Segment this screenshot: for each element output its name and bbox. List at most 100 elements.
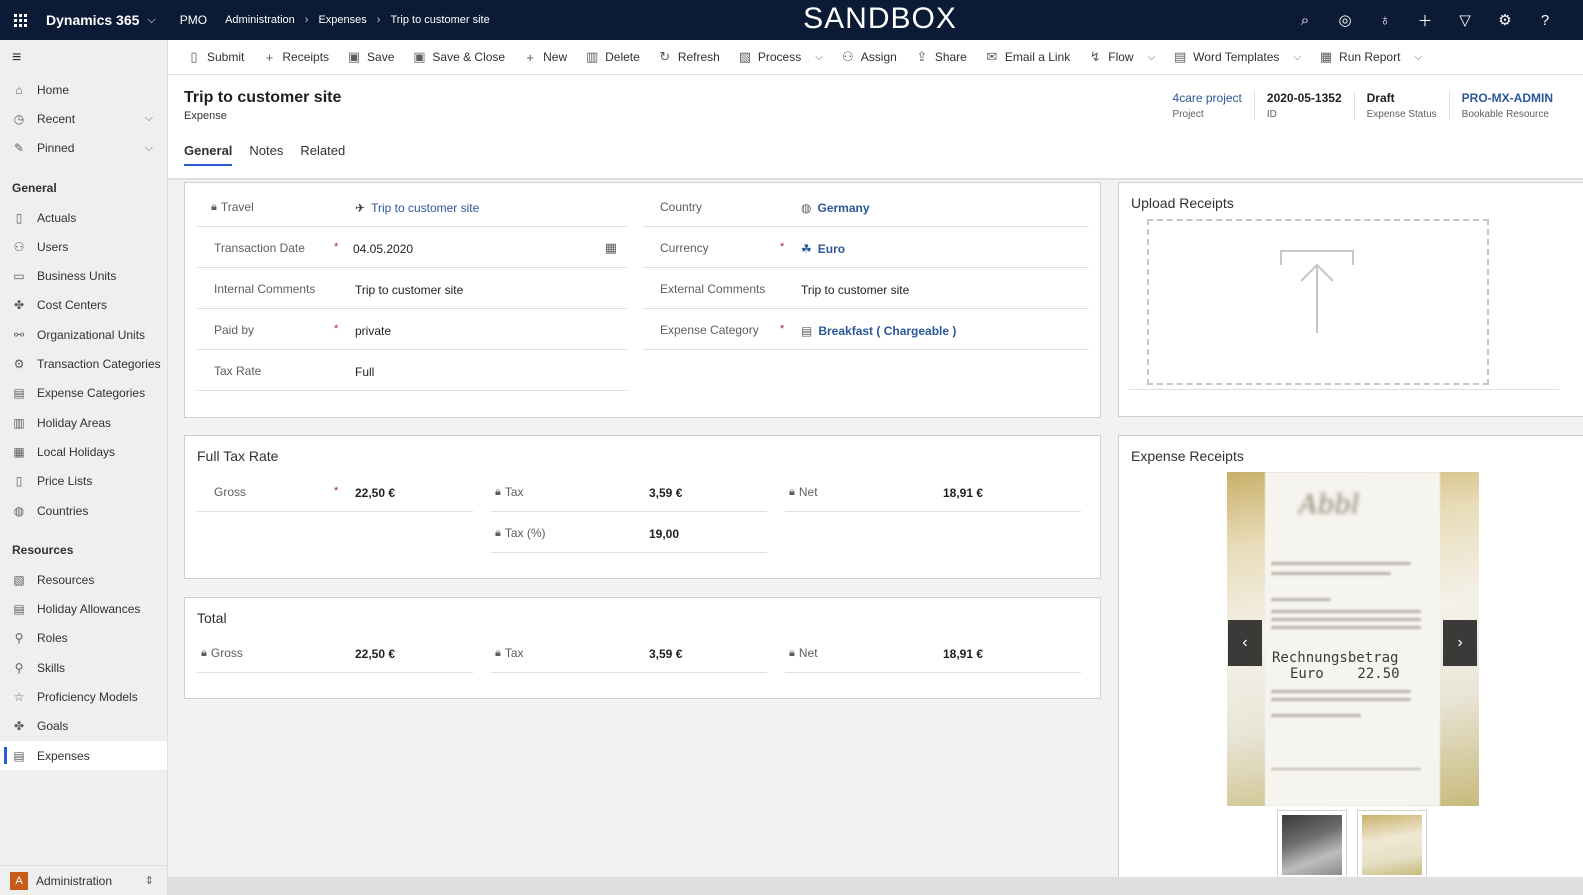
cmd-email-a-link-button[interactable]: ✉ Email a Link: [976, 40, 1079, 75]
chevron-down-icon[interactable]: ⌵: [815, 52, 823, 63]
cmd-save-button[interactable]: ▣ Save: [338, 40, 403, 75]
cmd-run-report-button[interactable]: ▦ Run Report ⌵: [1310, 40, 1431, 75]
chevron-down-icon[interactable]: ⌵: [1148, 52, 1156, 63]
sidebar-item-local-holidays[interactable]: ▦ Local Holidays: [0, 437, 167, 466]
sidebar-item-label: Roles: [37, 631, 68, 646]
gear-icon[interactable]: ⚙: [1485, 0, 1525, 40]
header-field-label: Expense Status: [1366, 109, 1437, 120]
header-field-value[interactable]: PRO-MX-ADMIN: [1462, 91, 1553, 105]
sidebar-item-label: Holiday Allowances: [37, 602, 141, 617]
external-comments-input[interactable]: Trip to customer site: [801, 283, 909, 297]
sidebar-item-holiday-areas[interactable]: ▥ Holiday Areas: [0, 408, 167, 437]
header-field-value[interactable]: 4care project: [1173, 91, 1242, 105]
hamburger-menu-icon[interactable]: ≡: [0, 40, 167, 75]
filter-icon[interactable]: ▽: [1445, 0, 1485, 40]
app-name-button[interactable]: Dynamics 365 ⌵: [46, 12, 156, 28]
upload-receipts-section: Upload Receipts: [1118, 182, 1583, 417]
full-tax-rate-section: Full Tax Rate Gross * 22,50 € 🔒︎ Tax 3,59…: [184, 435, 1101, 579]
chevron-down-icon[interactable]: ⌵: [145, 112, 153, 125]
expense-category-field: Expense Category * ▤ Breakfast ( Chargeab…: [643, 309, 1089, 350]
total-net-value: 18,91 €: [943, 647, 984, 661]
cmd-share-button[interactable]: ⇪ Share: [906, 40, 976, 75]
area-switcher[interactable]: A Administration ⇕: [0, 865, 168, 895]
travel-value[interactable]: ✈ Trip to customer site: [355, 201, 479, 215]
plus-icon[interactable]: ＋: [1405, 0, 1445, 40]
sidebar-item-goals[interactable]: ✤ Goals: [0, 712, 167, 741]
cmd-assign-button[interactable]: ⚇ Assign: [832, 40, 906, 75]
carousel-prev-button[interactable]: ‹: [1228, 620, 1262, 666]
chevron-down-icon[interactable]: ⌵: [145, 142, 153, 155]
sidebar-item-label: Expenses: [37, 748, 90, 763]
transaction-date-input[interactable]: 04.05.2020: [353, 242, 413, 256]
cmd-flow-button[interactable]: ↯ Flow ⌵: [1079, 40, 1164, 75]
country-link[interactable]: Germany: [817, 201, 869, 215]
lightbulb-icon[interactable]: ♁: [1365, 0, 1405, 40]
cmd-new-button[interactable]: + New: [514, 40, 576, 75]
chevron-down-icon[interactable]: ⌵: [1414, 52, 1422, 63]
search-icon[interactable]: ⌕: [1285, 0, 1325, 40]
sidebar-item-organizational-units[interactable]: ⚯ Organizational Units: [0, 320, 167, 349]
tab-related[interactable]: Related: [300, 143, 345, 166]
receipt-thumbnail[interactable]: [1277, 810, 1347, 880]
tab-general[interactable]: General: [184, 143, 233, 166]
cmd-save-close-button[interactable]: ▣ Save & Close: [403, 40, 514, 75]
upload-drop-zone[interactable]: [1147, 219, 1489, 385]
sidebar-item-expenses[interactable]: ▤ Expenses: [0, 740, 167, 771]
breadcrumb-item[interactable]: Expenses: [318, 14, 366, 26]
sidebar-item-actuals[interactable]: ▯ Actuals: [0, 203, 167, 232]
calendar-icon[interactable]: ▦: [605, 240, 617, 256]
travel-link[interactable]: Trip to customer site: [371, 201, 479, 215]
thumbnail-image: [1362, 815, 1422, 875]
internal-comments-input[interactable]: Trip to customer site: [355, 283, 463, 297]
full-gross-input[interactable]: 22,50 €: [355, 486, 395, 500]
upload-arrow-icon: [1280, 250, 1354, 333]
carousel-next-button[interactable]: ›: [1443, 620, 1477, 666]
help-icon[interactable]: ?: [1525, 0, 1565, 40]
sidebar-item-expense-categories[interactable]: ▤ Expense Categories: [0, 379, 167, 408]
sidebar-item-home[interactable]: ⌂ Home: [0, 75, 167, 104]
sidebar-item-cost-centers[interactable]: ✤ Cost Centers: [0, 291, 167, 320]
breadcrumb: Administration › Expenses › Trip to cust…: [225, 14, 490, 26]
sidebar-item-label: Recent: [37, 111, 76, 126]
header-field-id: 2020-05-1352 ID: [1255, 91, 1355, 120]
sidebar-item-roles[interactable]: ⚲ Roles: [0, 624, 167, 653]
expense-category-value[interactable]: ▤ Breakfast ( Chargeable ): [801, 324, 956, 338]
sidebar-item-holiday-allowances[interactable]: ▤ Holiday Allowances: [0, 594, 167, 623]
country-value[interactable]: ◍ Germany: [801, 201, 870, 215]
app-launcher-button[interactable]: [0, 0, 40, 40]
thumbnail-image: [1282, 815, 1342, 875]
total-net-field: 🔒︎ Net 18,91 €: [785, 632, 1081, 673]
currency-value[interactable]: ☘ Euro: [801, 242, 845, 256]
expense-category-link[interactable]: Breakfast ( Chargeable ): [818, 324, 956, 338]
sidebar-item-proficiency-models[interactable]: ☆ Proficiency Models: [0, 682, 167, 711]
receipt-thumbnail[interactable]: [1357, 810, 1427, 880]
cmd-submit-button[interactable]: ▯ Submit: [178, 40, 253, 75]
app-name: Dynamics 365: [46, 12, 140, 28]
sidebar-item-price-lists[interactable]: ▯ Price Lists: [0, 467, 167, 496]
sidebar-item-users[interactable]: ⚇ Users: [0, 232, 167, 261]
tax-rate-select[interactable]: Full: [355, 365, 374, 379]
sidebar-item-countries[interactable]: ◍ Countries: [0, 496, 167, 525]
breadcrumb-item[interactable]: Administration: [225, 14, 295, 26]
full-net-label: 🔒︎ Net: [789, 485, 818, 499]
sidebar-item-recent[interactable]: ◷ Recent ⌵: [0, 104, 167, 133]
sidebar-item-label: Countries: [37, 503, 89, 518]
sidebar-item-business-units[interactable]: ▭ Business Units: [0, 261, 167, 290]
chevron-down-icon[interactable]: ⌵: [1293, 52, 1301, 63]
paid-by-field: Paid by * private: [197, 309, 627, 350]
sidebar-item-pinned[interactable]: ✎ Pinned ⌵: [0, 134, 167, 163]
cmd-refresh-button[interactable]: ↻ Refresh: [649, 40, 729, 75]
paid-by-select[interactable]: private: [355, 324, 391, 338]
cmd-process-button[interactable]: ▧ Process ⌵: [729, 40, 832, 75]
app-area-name[interactable]: PMO: [180, 13, 207, 27]
sidebar-item-resources[interactable]: ▧ Resources: [0, 565, 167, 594]
cmd-receipts-button[interactable]: + Receipts: [253, 40, 338, 75]
task-icon[interactable]: ◎: [1325, 0, 1365, 40]
currency-link[interactable]: Euro: [818, 242, 845, 256]
cmd-delete-button[interactable]: ▥ Delete: [576, 40, 649, 75]
sidebar-item-skills[interactable]: ⚲ Skills: [0, 653, 167, 682]
person-icon: ⚇: [841, 49, 854, 64]
tab-notes[interactable]: Notes: [249, 143, 283, 166]
cmd-word-templates-button[interactable]: ▤ Word Templates ⌵: [1164, 40, 1310, 75]
sidebar-item-transaction-categories[interactable]: ⚙ Transaction Categories: [0, 349, 167, 378]
